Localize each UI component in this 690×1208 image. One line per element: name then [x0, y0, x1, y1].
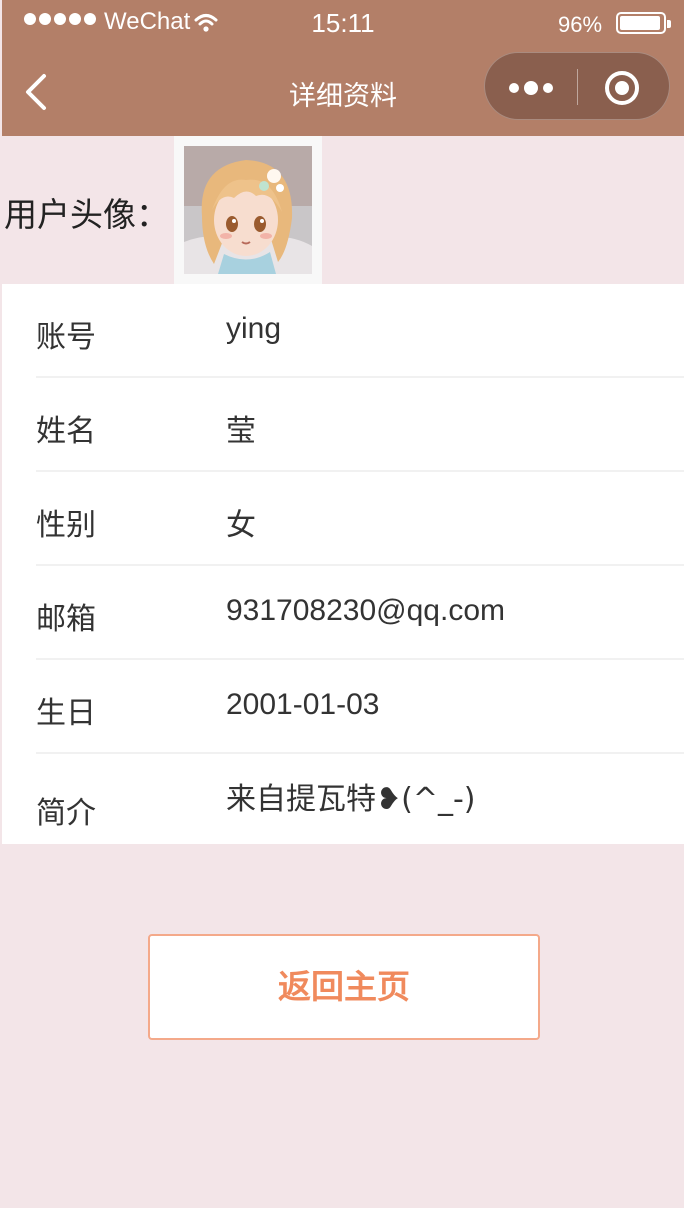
field-label: 邮箱: [36, 602, 96, 637]
page: WeChat 15:11 96% 详细资料 用户头像： 账号 ying 姓名 莹…: [2, 0, 684, 1208]
battery-icon: [616, 12, 671, 34]
field-label: 简介: [36, 796, 96, 831]
list-item: 账号 ying: [2, 284, 684, 378]
field-value: 931708230@qq.com: [226, 594, 505, 627]
list-item: 性别 女: [2, 472, 684, 566]
battery-level: [620, 16, 661, 30]
close-circle-icon[interactable]: [605, 71, 639, 105]
list-item: 简介 来自提瓦特❥(^_-): [2, 754, 684, 848]
avatar-label: 用户头像：: [4, 195, 169, 234]
page-edge: [684, 0, 690, 1208]
list-item: 姓名 莹: [2, 378, 684, 472]
status-bar: WeChat 15:11 96%: [2, 0, 684, 44]
field-label: 生日: [36, 696, 96, 731]
more-dots-icon[interactable]: [509, 81, 553, 95]
nav-bar: 详细资料: [2, 44, 684, 136]
mini-program-capsule: [484, 52, 670, 120]
list-item: 邮箱 931708230@qq.com: [2, 566, 684, 660]
avatar: [184, 146, 312, 274]
return-home-button[interactable]: 返回主页: [148, 934, 540, 1040]
field-value: 2001-01-03: [226, 688, 380, 721]
field-value: 来自提瓦特❥(^_-): [226, 782, 476, 817]
profile-info-list: 账号 ying 姓名 莹 性别 女 邮箱 931708230@qq.com 生日…: [2, 284, 684, 844]
battery-percent: 96%: [558, 12, 603, 37]
field-label: 性别: [36, 508, 96, 543]
capsule-divider: [577, 69, 578, 105]
field-value: ying: [226, 312, 282, 345]
avatar-frame[interactable]: [174, 136, 322, 284]
field-value: 莹: [226, 414, 256, 449]
field-label: 姓名: [36, 414, 96, 449]
list-item: 生日 2001-01-03: [2, 660, 684, 754]
field-label: 账号: [36, 320, 96, 355]
field-value: 女: [226, 508, 256, 543]
